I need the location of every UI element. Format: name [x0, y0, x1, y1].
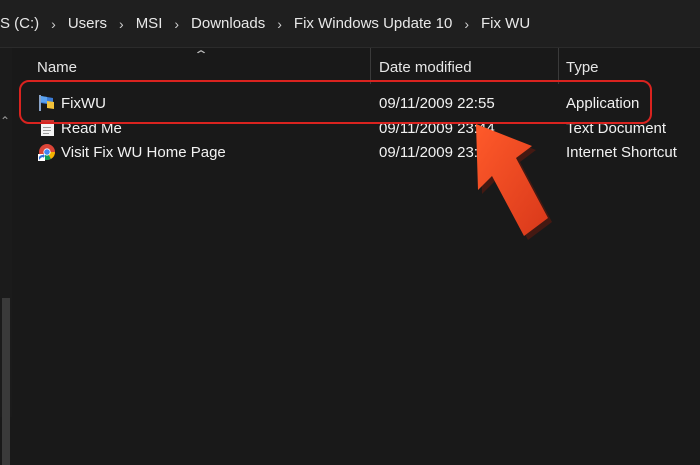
column-header: ⌃ Name Date modified Type	[12, 48, 700, 84]
breadcrumb-label: Users	[67, 15, 108, 32]
breadcrumb-label: Fix WU	[481, 15, 531, 32]
chevron-up-icon[interactable]: ⌃	[0, 114, 10, 128]
column-header-name[interactable]: Name	[37, 59, 77, 76]
breadcrumb-separator-icon[interactable]: ›	[273, 16, 286, 32]
breadcrumb-separator-icon[interactable]: ›	[460, 16, 473, 32]
breadcrumb-separator-icon[interactable]: ›	[47, 16, 60, 32]
file-name: Visit Fix WU Home Page	[61, 144, 226, 161]
breadcrumb-fix-windows-update-10[interactable]: Fix Windows Update 10	[286, 15, 460, 32]
column-header-type[interactable]: Type	[566, 59, 599, 76]
navigation-pane-scrollbar[interactable]	[2, 298, 10, 465]
breadcrumb-users[interactable]: Users	[60, 15, 115, 32]
breadcrumb-downloads[interactable]: Downloads	[183, 15, 273, 32]
breadcrumb-label: MSI	[135, 15, 163, 32]
breadcrumb-label: S (C:)	[0, 15, 40, 32]
breadcrumb-fix-wu[interactable]: Fix WU	[473, 15, 538, 32]
sort-ascending-icon: ⌃	[192, 48, 210, 62]
breadcrumb-separator-icon[interactable]: ›	[115, 16, 128, 32]
breadcrumb-msi[interactable]: MSI	[128, 15, 171, 32]
navigation-pane: ⌃	[0, 48, 12, 465]
column-header-date-modified[interactable]: Date modified	[379, 59, 472, 76]
file-type: Internet Shortcut	[566, 144, 677, 161]
chrome-shortcut-icon	[38, 144, 55, 161]
breadcrumb-drive[interactable]: S (C:)	[0, 15, 47, 32]
column-divider[interactable]	[558, 48, 559, 84]
address-bar: S (C:) › Users › MSI › Downloads › Fix W…	[0, 0, 700, 48]
breadcrumb-label: Downloads	[191, 15, 266, 32]
pointer-arrow-icon	[476, 124, 552, 240]
breadcrumb-label: Fix Windows Update 10	[293, 15, 453, 32]
column-divider[interactable]	[370, 48, 371, 84]
file-row-visit-fix-wu-home-page[interactable]: Visit Fix WU Home Page 09/11/2009 23:44 …	[12, 141, 700, 166]
breadcrumb-separator-icon[interactable]: ›	[170, 16, 183, 32]
